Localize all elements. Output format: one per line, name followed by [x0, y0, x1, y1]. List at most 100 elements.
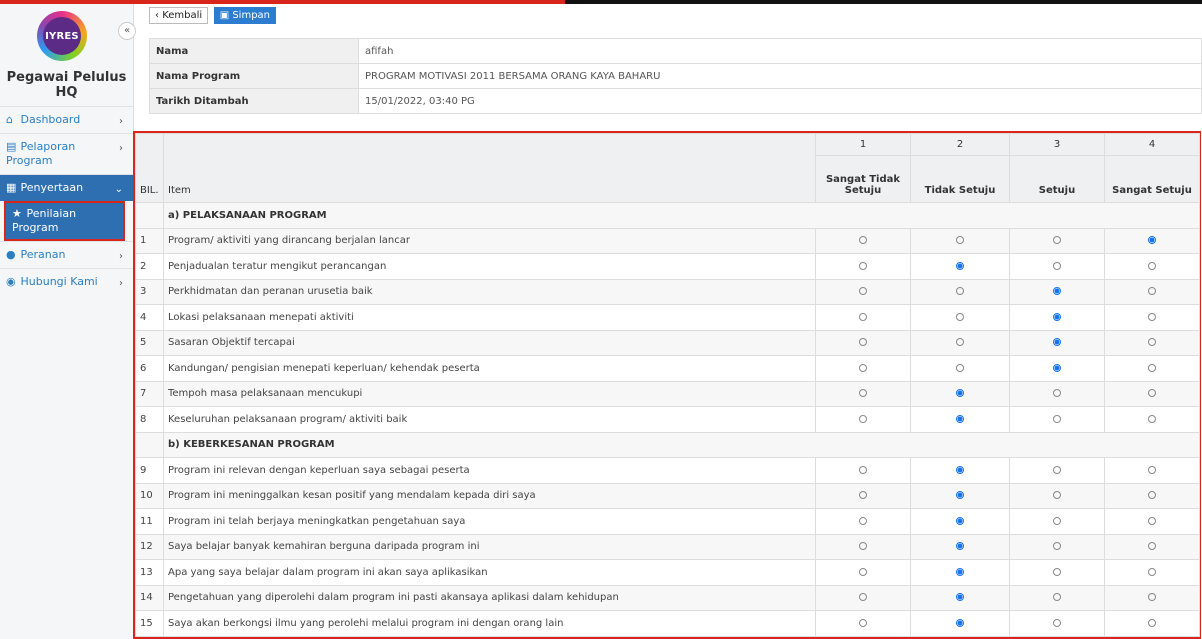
rating-radio-3[interactable] — [1053, 236, 1061, 245]
program-info-table: Nama afifah Nama Program PROGRAM MOTIVAS… — [149, 38, 1202, 114]
rating-radio-3[interactable] — [1053, 542, 1061, 551]
rating-radio-4[interactable] — [1148, 465, 1156, 474]
collapse-sidebar-button[interactable]: « — [118, 22, 136, 40]
rating-radio-1[interactable] — [859, 363, 867, 372]
rating-radio-1[interactable] — [859, 593, 867, 602]
rating-radio-2[interactable] — [956, 491, 964, 500]
rating-radio-3[interactable] — [1053, 261, 1061, 270]
rating-radio-3[interactable] — [1053, 363, 1061, 372]
sidebar-subitem-penilaian-program[interactable]: ★ Penilaian Program — [4, 201, 125, 241]
rating-radio-4[interactable] — [1148, 516, 1156, 525]
rating-radio-1[interactable] — [859, 465, 867, 474]
rating-radio-2[interactable] — [956, 516, 964, 525]
scale-label: Sangat Tidak Setuju — [815, 155, 911, 203]
rating-cell — [910, 380, 1010, 407]
rating-radio-4[interactable] — [1148, 414, 1156, 423]
column-header-item: Item — [163, 133, 816, 203]
back-button[interactable]: ‹ Kembali — [149, 7, 209, 24]
sidebar-nav: ⌂ Dashboard › ▤ Pelaporan Program › ▦ Pe… — [0, 106, 133, 295]
sidebar-item-label: Hubungi Kami — [20, 275, 98, 288]
rating-radio-3[interactable] — [1053, 312, 1061, 321]
section-title: b) KEBERKESANAN PROGRAM — [163, 431, 1200, 458]
save-button[interactable]: ▣ Simpan — [213, 7, 277, 24]
sidebar-item-penyertaan[interactable]: ▦ Penyertaan ⌄ — [0, 174, 133, 201]
rating-cell — [1009, 355, 1105, 382]
sidebar-item-label: Penyertaan — [20, 181, 84, 194]
rating-radio-2[interactable] — [956, 465, 964, 474]
chevron-right-icon: › — [119, 143, 123, 154]
rating-radio-4[interactable] — [1148, 312, 1156, 321]
rating-radio-2[interactable] — [956, 389, 964, 398]
rating-radio-3[interactable] — [1053, 338, 1061, 347]
rating-radio-1[interactable] — [859, 389, 867, 398]
rating-radio-2[interactable] — [956, 593, 964, 602]
rating-radio-2[interactable] — [956, 261, 964, 270]
row-item-text: Pengetahuan yang diperolehi dalam progra… — [163, 584, 816, 611]
toolbar: ‹ Kembali ▣ Simpan — [149, 7, 278, 24]
rating-cell — [910, 610, 1010, 637]
rating-radio-3[interactable] — [1053, 618, 1061, 627]
rating-radio-1[interactable] — [859, 261, 867, 270]
rating-radio-1[interactable] — [859, 236, 867, 245]
rating-cell — [910, 482, 1010, 509]
rating-radio-1[interactable] — [859, 338, 867, 347]
rating-radio-2[interactable] — [956, 236, 964, 245]
row-number: 14 — [135, 584, 164, 611]
rating-radio-4[interactable] — [1148, 593, 1156, 602]
rating-radio-1[interactable] — [859, 414, 867, 423]
rating-radio-4[interactable] — [1148, 618, 1156, 627]
rating-radio-1[interactable] — [859, 516, 867, 525]
table-row: 3 Perkhidmatan dan peranan urusetia baik — [135, 278, 1200, 305]
rating-cell — [1104, 482, 1200, 509]
rating-radio-1[interactable] — [859, 287, 867, 296]
rating-cell — [1104, 278, 1200, 305]
rating-radio-3[interactable] — [1053, 414, 1061, 423]
info-value: afifah — [358, 38, 1202, 64]
rating-radio-2[interactable] — [956, 363, 964, 372]
rating-radio-4[interactable] — [1148, 261, 1156, 270]
rating-radio-2[interactable] — [956, 567, 964, 576]
rating-radio-3[interactable] — [1053, 287, 1061, 296]
rating-radio-3[interactable] — [1053, 491, 1061, 500]
sidebar-item-hubungi-kami[interactable]: ◉ Hubungi Kami › — [0, 268, 133, 295]
row-number: 9 — [135, 457, 164, 484]
rating-cell — [815, 278, 911, 305]
rating-radio-3[interactable] — [1053, 389, 1061, 398]
rating-radio-3[interactable] — [1053, 465, 1061, 474]
rating-radio-4[interactable] — [1148, 491, 1156, 500]
rating-radio-4[interactable] — [1148, 287, 1156, 296]
rating-cell — [815, 253, 911, 280]
rating-cell — [815, 610, 911, 637]
rating-radio-2[interactable] — [956, 618, 964, 627]
rating-radio-3[interactable] — [1053, 567, 1061, 576]
sidebar-item-peranan[interactable]: ● Peranan › — [0, 241, 133, 268]
sidebar-item-dashboard[interactable]: ⌂ Dashboard › — [0, 106, 133, 133]
rating-radio-1[interactable] — [859, 491, 867, 500]
rating-radio-4[interactable] — [1148, 567, 1156, 576]
row-number: 10 — [135, 482, 164, 509]
rating-radio-1[interactable] — [859, 567, 867, 576]
rating-radio-4[interactable] — [1148, 542, 1156, 551]
rating-radio-3[interactable] — [1053, 516, 1061, 525]
rating-radio-1[interactable] — [859, 312, 867, 321]
rating-radio-2[interactable] — [956, 414, 964, 423]
rating-radio-2[interactable] — [956, 542, 964, 551]
section-spacer — [135, 431, 164, 458]
rating-cell — [1104, 610, 1200, 637]
row-item-text: Lokasi pelaksanaan menepati aktiviti — [163, 304, 816, 331]
rating-radio-1[interactable] — [859, 542, 867, 551]
rating-radio-2[interactable] — [956, 287, 964, 296]
scale-number: 2 — [910, 133, 1010, 156]
rating-cell — [910, 533, 1010, 560]
rating-radio-4[interactable] — [1148, 363, 1156, 372]
rating-cell — [815, 559, 911, 586]
rating-radio-2[interactable] — [956, 338, 964, 347]
scale-number: 3 — [1009, 133, 1105, 156]
rating-radio-4[interactable] — [1148, 389, 1156, 398]
rating-radio-1[interactable] — [859, 618, 867, 627]
sidebar-item-pelaporan[interactable]: ▤ Pelaporan Program › — [0, 133, 133, 174]
rating-radio-2[interactable] — [956, 312, 964, 321]
rating-radio-3[interactable] — [1053, 593, 1061, 602]
rating-radio-4[interactable] — [1148, 236, 1156, 245]
rating-radio-4[interactable] — [1148, 338, 1156, 347]
